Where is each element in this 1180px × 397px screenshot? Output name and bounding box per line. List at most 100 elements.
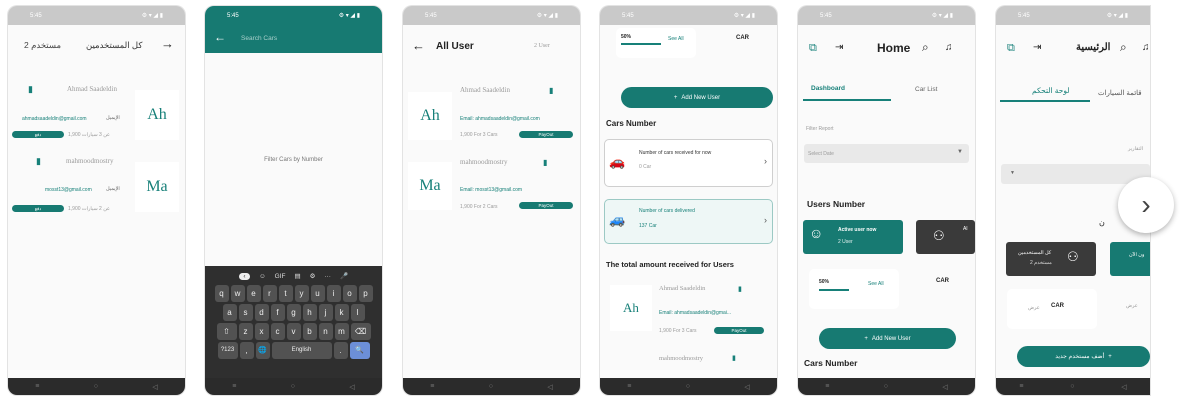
menu-icon[interactable]: ≡ [825,383,829,390]
key-a[interactable]: a [222,304,237,321]
logout-icon[interactable]: ⇥ [835,42,843,53]
globe-icon[interactable]: 🌐 [255,342,270,359]
menu-icon[interactable]: ≡ [430,383,434,390]
backspace-key[interactable]: ⌫ [350,323,371,340]
key-g[interactable]: g [286,304,301,321]
shift-key[interactable]: ⇧ [216,323,237,340]
menu-icon[interactable]: ≡ [1019,383,1023,390]
menu-icon[interactable]: ≡ [35,383,39,390]
home-icon[interactable]: ○ [884,383,888,390]
add-user-button[interactable]: أضف مستخدم جديد + [1017,346,1150,367]
back-icon[interactable]: ◁ [942,383,947,391]
active-users-card[interactable] [1110,242,1150,276]
period-key[interactable]: . [333,342,348,359]
back-arrow-icon[interactable]: ← [412,38,425,53]
cars-delivered-card[interactable] [604,199,773,244]
key-f[interactable]: f [270,304,285,321]
see-all-link[interactable]: See All [668,36,684,42]
next-screenshot-button[interactable]: › [1118,177,1174,233]
back-icon[interactable]: ◁ [152,383,157,391]
key-s[interactable]: s [238,304,253,321]
settings-icon[interactable]: ⚙ [310,272,316,280]
key-h[interactable]: h [302,304,317,321]
phone-icon[interactable]: ▮ [732,354,736,362]
key-o[interactable]: o [342,285,357,302]
key-c[interactable]: c [270,323,285,340]
key-q[interactable]: q [214,285,229,302]
key-k[interactable]: k [334,304,349,321]
translate-icon[interactable]: ⧉ [1007,42,1015,55]
key-x[interactable]: x [254,323,269,340]
payout-button[interactable]: PayOut [519,131,573,138]
home-icon[interactable]: ○ [686,383,690,390]
key-p[interactable]: p [358,285,373,302]
back-icon[interactable]: ◁ [744,383,749,391]
key-t[interactable]: t [278,285,293,302]
key-e[interactable]: e [246,285,261,302]
key-i[interactable]: i [326,285,341,302]
key-m[interactable]: m [334,323,349,340]
search-icon[interactable]: ⌕ [922,40,929,55]
chevron-right-icon[interactable]: › [764,156,767,166]
more-icon[interactable]: ··· [324,273,331,280]
phone-icon[interactable]: ▮ [549,86,553,95]
home-icon[interactable]: ○ [489,383,493,390]
home-icon[interactable]: ○ [94,383,98,390]
phone-icon[interactable]: ▮ [28,84,33,95]
search-key[interactable]: 🔍 [349,342,370,359]
back-arrow-icon[interactable]: ← [214,30,226,44]
menu-icon[interactable]: ≡ [232,383,236,390]
key-u[interactable]: u [310,285,325,302]
see-all-link[interactable]: See All [868,281,884,287]
menu-icon[interactable]: ≡ [627,383,631,390]
payout-button[interactable]: PayOut [714,327,764,334]
emoji-icon[interactable]: ☺ [259,273,266,280]
back-icon[interactable]: ◁ [1121,383,1126,391]
key-r[interactable]: r [262,285,277,302]
back-arrow-icon[interactable]: → [161,36,174,51]
phone-icon[interactable]: ▮ [738,285,742,293]
tab-car-list[interactable]: قائمة السيارات [1098,89,1142,97]
add-user-button[interactable]: + Add New User [621,87,773,108]
all-users-card[interactable] [1006,242,1096,276]
tab-car-list[interactable]: Car List [915,86,937,93]
payout-button[interactable]: PayOut [519,202,573,209]
see-all-link[interactable]: عرض [1028,305,1040,311]
key-n[interactable]: n [318,323,333,340]
mic-icon[interactable]: 🎤 [340,272,348,280]
clipboard-icon[interactable]: ▤ [294,272,300,280]
key-d[interactable]: d [254,304,269,321]
search-icon[interactable]: ⌕ [1120,40,1127,55]
key-z[interactable]: z [238,323,253,340]
tab-control-panel[interactable]: لوحة التحكم [1032,86,1070,95]
add-user-button[interactable]: + Add New User [819,328,956,349]
key-w[interactable]: w [230,285,245,302]
gif-button[interactable]: GIF [275,273,286,280]
bell-icon[interactable]: ♫ [945,42,953,53]
key-j[interactable]: j [318,304,333,321]
search-input[interactable]: Search Cars [241,35,277,42]
key-l[interactable]: l [350,304,365,321]
back-icon[interactable]: ◁ [547,383,552,391]
back-icon[interactable]: ◁ [349,383,354,391]
see-all-link[interactable]: عرض [1126,303,1138,309]
key-b[interactable]: b [302,323,317,340]
cars-received-card[interactable] [604,139,773,187]
phone-icon[interactable]: ▮ [36,156,41,167]
collapse-icon[interactable]: ‹ [238,272,250,280]
space-key[interactable]: English [271,342,332,359]
logout-icon[interactable]: ⇥ [1033,42,1041,53]
key-v[interactable]: v [286,323,301,340]
tab-dashboard[interactable]: Dashboard [811,85,845,92]
phone-icon[interactable]: ▮ [543,158,547,167]
payout-button[interactable]: دفع [12,205,64,212]
payout-button[interactable]: دفع [12,131,64,138]
home-icon[interactable]: ○ [1070,383,1074,390]
home-icon[interactable]: ○ [291,383,295,390]
key-y[interactable]: y [294,285,309,302]
translate-icon[interactable]: ⧉ [809,42,817,55]
symbols-key[interactable]: ?123 [217,342,238,359]
bell-icon[interactable]: ♫ [1142,42,1150,53]
comma-key[interactable]: , [239,342,254,359]
chevron-right-icon[interactable]: › [764,215,767,225]
